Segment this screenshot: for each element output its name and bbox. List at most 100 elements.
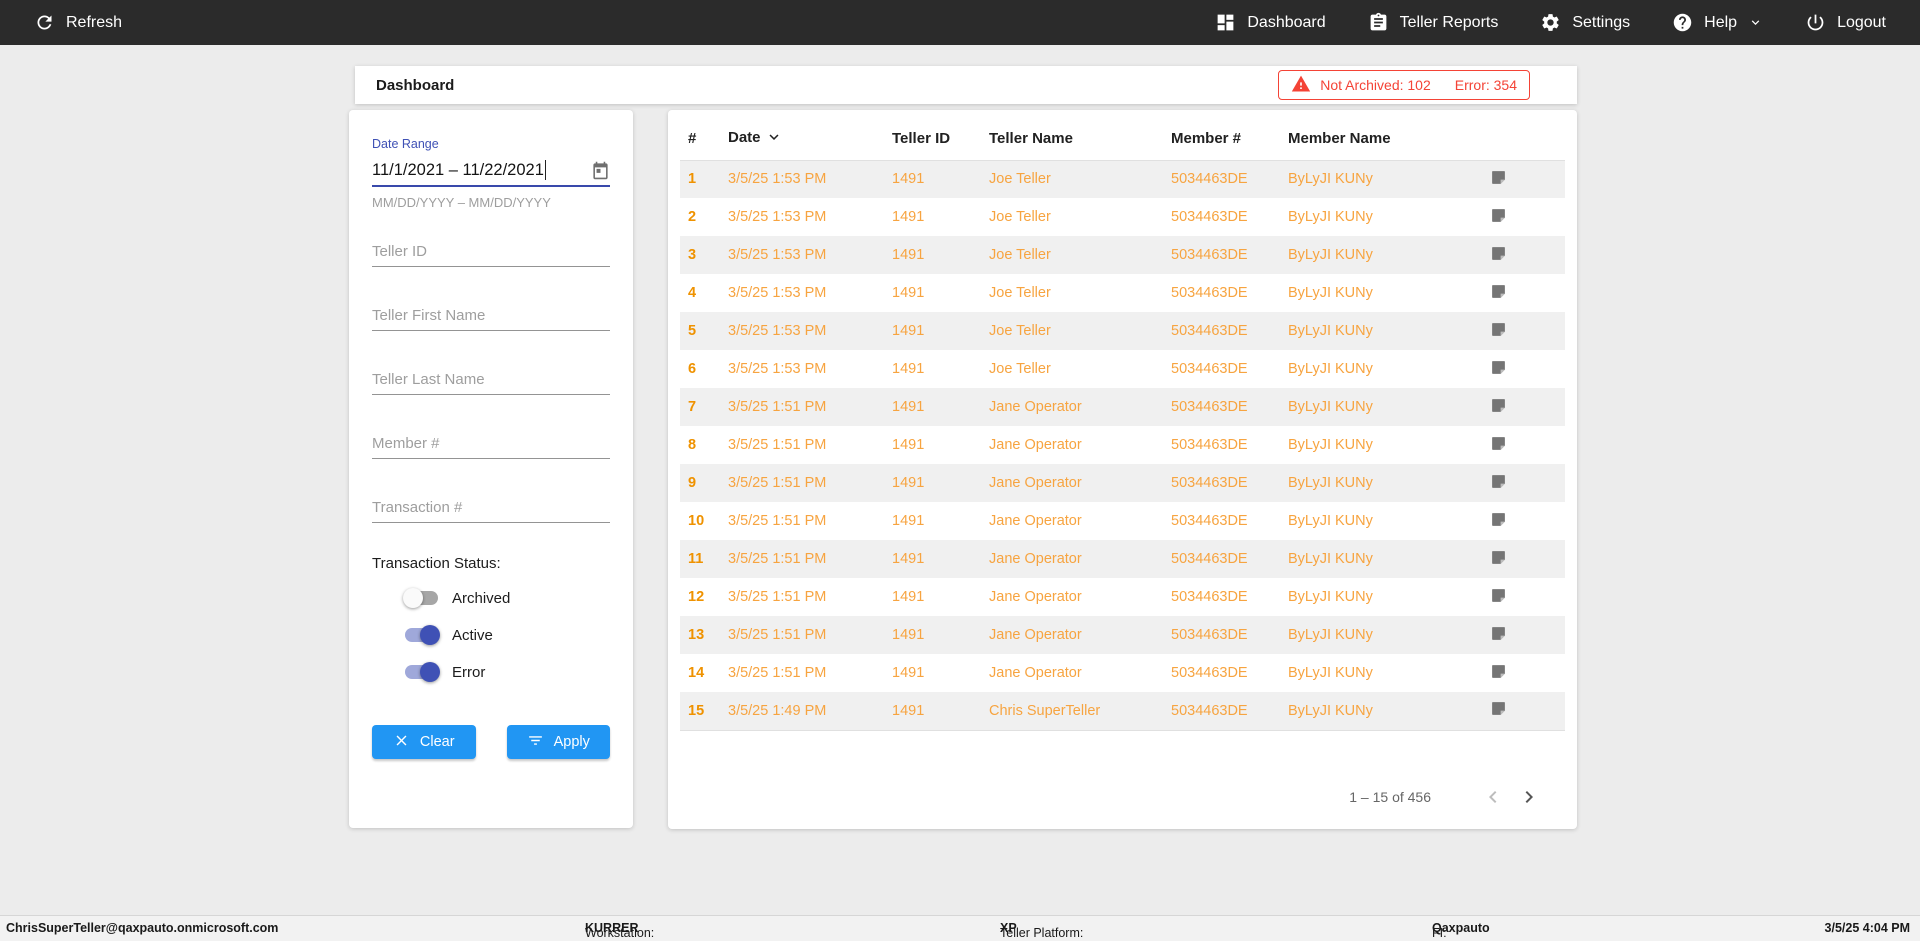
nav-teller-reports[interactable]: Teller Reports: [1368, 12, 1498, 33]
table-row[interactable]: 9 3/5/25 1:51 PM 1491 Jane Operator 5034463D…: [680, 464, 1565, 502]
cell-num: 14: [688, 665, 705, 681]
note-icon[interactable]: [1490, 435, 1507, 452]
cell-member_num: 5034463DE: [1171, 171, 1248, 188]
cell-note: [1482, 312, 1565, 350]
note-icon[interactable]: [1490, 245, 1507, 262]
note-icon[interactable]: [1490, 321, 1507, 338]
cell-date: 3/5/25 1:53 PM: [728, 247, 827, 263]
cell-member_name: ByLyJI KUNy: [1288, 209, 1373, 225]
close-icon: [393, 732, 410, 753]
clipboard-icon: [1368, 12, 1389, 33]
nav-logout[interactable]: Logout: [1805, 12, 1886, 33]
alert-error-count: Error: 354: [1454, 77, 1517, 93]
nav-dashboard[interactable]: Dashboard: [1215, 12, 1326, 33]
next-page-button[interactable]: [1511, 779, 1547, 815]
note-icon[interactable]: [1490, 511, 1507, 528]
paginator-range: 1 – 15 of 456: [1349, 789, 1431, 805]
note-icon[interactable]: [1490, 359, 1507, 376]
cell-date: 3/5/25 1:51 PM: [728, 399, 827, 415]
clear-button-label: Clear: [419, 734, 455, 750]
page-title: Dashboard: [376, 76, 455, 94]
col-header-date[interactable]: Date: [720, 118, 884, 161]
calendar-icon[interactable]: [591, 161, 610, 180]
prev-page-button[interactable]: [1475, 779, 1511, 815]
teller-id-input[interactable]: [372, 237, 610, 267]
transactions-table: # Date Teller ID Teller Name Member # Me…: [680, 118, 1565, 731]
nav-settings[interactable]: Settings: [1540, 12, 1630, 33]
error-toggle[interactable]: [404, 662, 440, 682]
note-icon[interactable]: [1490, 207, 1507, 224]
table-row[interactable]: 1 3/5/25 1:53 PM 1491 Joe Teller 5034463DE By…: [680, 160, 1565, 198]
cell-teller_name: Jane Operator: [989, 475, 1082, 491]
cell-teller_name: Jane Operator: [989, 551, 1082, 567]
col-header-teller-name[interactable]: Teller Name: [981, 118, 1163, 161]
apply-button[interactable]: Apply: [506, 725, 610, 759]
table-row[interactable]: 2 3/5/25 1:53 PM 1491 Joe Teller 5034463DE By…: [680, 198, 1565, 236]
table-row[interactable]: 6 3/5/25 1:53 PM 1491 Joe Teller 5034463DE By…: [680, 350, 1565, 388]
col-header-member-num[interactable]: Member #: [1163, 118, 1280, 161]
member-number-input[interactable]: [372, 429, 610, 459]
cell-member_name: ByLyJI KUNy: [1288, 247, 1373, 263]
table-row[interactable]: 11 3/5/25 1:51 PM 1491 Jane Operator 5034463…: [680, 540, 1565, 578]
toggle-row-archived[interactable]: Archived: [403, 587, 610, 609]
table-row[interactable]: 4 3/5/25 1:53 PM 1491 Joe Teller 5034463DE By…: [680, 274, 1565, 312]
cell-member_name: ByLyJI KUNy: [1288, 702, 1373, 719]
archived-toggle[interactable]: [403, 588, 439, 608]
alert-banner: Not Archived: 102 Error: 354: [1278, 70, 1530, 100]
toggle-row-error[interactable]: Error: [404, 661, 610, 683]
cell-teller_name: Jane Operator: [989, 665, 1082, 681]
table-row[interactable]: 3 3/5/25 1:53 PM 1491 Joe Teller 5034463DE By…: [680, 236, 1565, 274]
active-toggle-label: Active: [452, 626, 493, 644]
transaction-number-input[interactable]: [372, 493, 610, 523]
text-caret: [544, 160, 547, 180]
cell-teller_name: Jane Operator: [989, 437, 1082, 453]
date-range-label: Date Range: [372, 137, 439, 151]
refresh-button[interactable]: Refresh: [34, 12, 122, 33]
help-icon: [1672, 12, 1693, 33]
cell-member_name: ByLyJI KUNy: [1288, 437, 1373, 453]
note-icon[interactable]: [1490, 473, 1507, 490]
power-icon: [1805, 12, 1826, 33]
cell-member_num: 5034463DE: [1171, 247, 1248, 263]
teller-last-name-input[interactable]: [372, 365, 610, 395]
note-icon[interactable]: [1490, 625, 1507, 642]
cell-member_num: 5034463DE: [1171, 323, 1248, 339]
table-row[interactable]: 5 3/5/25 1:53 PM 1491 Joe Teller 5034463DE By…: [680, 312, 1565, 350]
table-row[interactable]: 14 3/5/25 1:51 PM 1491 Jane Operator 5034463…: [680, 654, 1565, 692]
cell-member_name: ByLyJI KUNy: [1288, 361, 1373, 377]
cell-teller_name: Joe Teller: [989, 247, 1051, 263]
col-header-num[interactable]: #: [680, 118, 720, 161]
note-icon[interactable]: [1490, 169, 1507, 186]
note-icon[interactable]: [1490, 549, 1507, 566]
table-row[interactable]: 13 3/5/25 1:51 PM 1491 Jane Operator 5034463…: [680, 616, 1565, 654]
col-header-teller-id[interactable]: Teller ID: [884, 118, 981, 161]
note-icon[interactable]: [1490, 700, 1507, 717]
cell-teller_name: Jane Operator: [989, 627, 1082, 643]
cell-date: 3/5/25 1:51 PM: [728, 475, 827, 491]
note-icon[interactable]: [1490, 663, 1507, 680]
filter-icon: [527, 732, 544, 753]
table-row[interactable]: 8 3/5/25 1:51 PM 1491 Jane Operator 5034463D…: [680, 426, 1565, 464]
cell-teller_id: 1491: [892, 247, 925, 263]
note-icon[interactable]: [1490, 283, 1507, 300]
cell-date: 3/5/25 1:51 PM: [728, 551, 827, 567]
table-row[interactable]: 7 3/5/25 1:51 PM 1491 Jane Operator 5034463D…: [680, 388, 1565, 426]
clear-button[interactable]: Clear: [372, 725, 476, 759]
col-header-member-name[interactable]: Member Name: [1280, 118, 1482, 161]
cell-date: 3/5/25 1:51 PM: [728, 665, 827, 681]
nav-help[interactable]: Help: [1672, 12, 1763, 33]
toggle-row-active[interactable]: Active: [404, 624, 610, 646]
workstation-status: Workstation: KURRER: [585, 921, 655, 940]
cell-note: [1482, 198, 1565, 236]
date-range-input[interactable]: 11/1/2021 – 11/22/2021: [372, 155, 610, 187]
note-icon[interactable]: [1490, 397, 1507, 414]
table-row[interactable]: 15 3/5/25 1:49 PM 1491 Chris SuperTeller 503…: [680, 692, 1565, 730]
active-toggle[interactable]: [404, 625, 440, 645]
cell-note: [1482, 464, 1565, 502]
teller-first-name-input[interactable]: [372, 301, 610, 331]
cell-member_name: ByLyJI KUNy: [1288, 285, 1373, 301]
note-icon[interactable]: [1490, 587, 1507, 604]
table-row[interactable]: 12 3/5/25 1:51 PM 1491 Jane Operator 5034463…: [680, 578, 1565, 616]
table-row[interactable]: 10 3/5/25 1:51 PM 1491 Jane Operator 5034463…: [680, 502, 1565, 540]
cell-date: 3/5/25 1:53 PM: [728, 285, 827, 301]
